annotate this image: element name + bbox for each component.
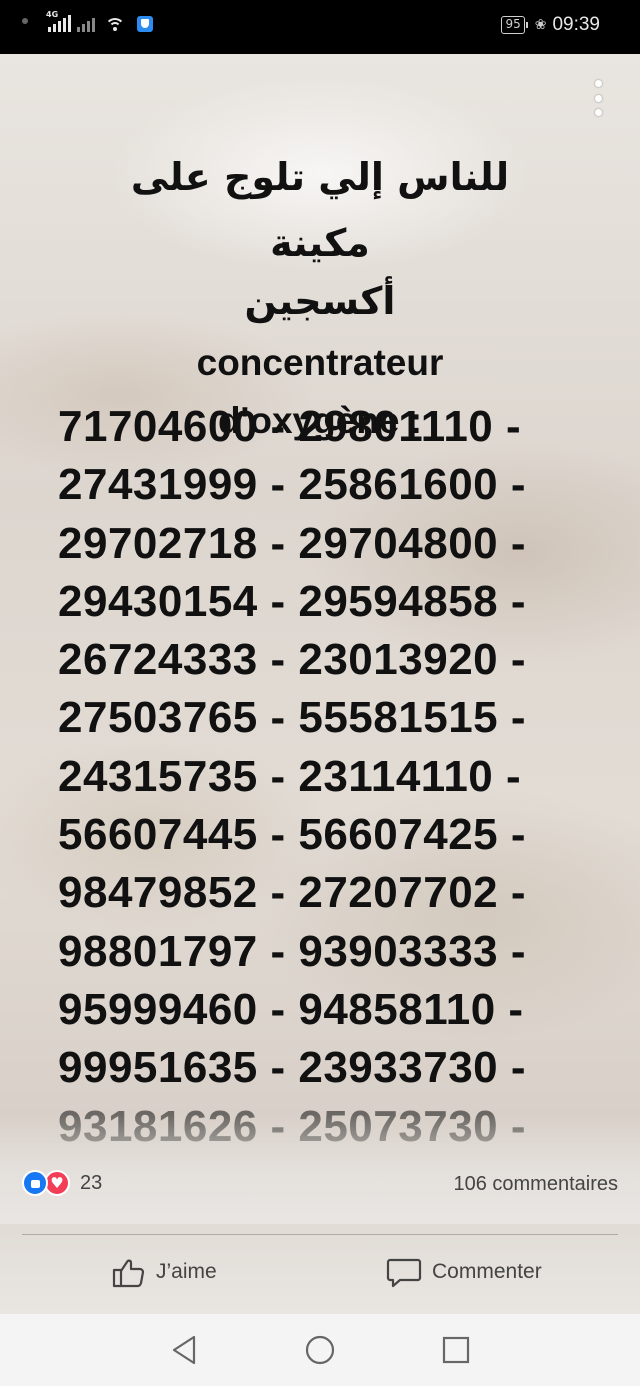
cell-signal-icon: 4G xyxy=(46,10,71,32)
phone-number-row: 29702718 - 29704800 - xyxy=(58,518,527,568)
reaction-count: 23 xyxy=(80,1171,103,1194)
phone-number-list: 71704600 - 29801110 - 27431999 - 2586160… xyxy=(0,398,640,1156)
phone-number-row: 27431999 - 25861600 - xyxy=(58,460,527,510)
leaf-icon: ❀ xyxy=(534,17,547,33)
post-background[interactable]: للناس إلي تلوج على مكينة أكسجين concentr… xyxy=(0,54,640,1314)
wifi-icon xyxy=(105,16,125,32)
thumbs-up-icon xyxy=(112,1259,145,1288)
clock: 09:39 xyxy=(552,14,600,35)
reactions-summary[interactable]: 23 xyxy=(22,1170,102,1196)
system-nav-bar xyxy=(0,1314,640,1386)
divider xyxy=(22,1234,618,1235)
comment-bubble-icon xyxy=(386,1258,422,1288)
post-arabic-line-2: أكسجين xyxy=(244,279,396,323)
comment-button[interactable]: Commenter xyxy=(386,1256,542,1288)
status-bar: 4G 95 ❀ 09:39 xyxy=(0,0,640,54)
phone-number-row: 56607445 - 56607425 - xyxy=(58,810,527,860)
status-left: 4G xyxy=(22,10,153,32)
cell-signal-2-icon xyxy=(77,14,95,32)
phone-number-row: 98479852 - 27207702 - xyxy=(58,868,527,918)
recents-icon[interactable] xyxy=(442,1334,470,1366)
like-button[interactable]: J’aime xyxy=(112,1256,217,1288)
home-icon[interactable] xyxy=(304,1334,336,1366)
post-arabic-line-1: للناس إلي تلوج على مكينة xyxy=(130,155,510,265)
fade-overlay xyxy=(0,1114,640,1224)
like-icon xyxy=(22,1170,48,1196)
phone-number-row: 99951635 - 23933730 - xyxy=(58,1043,527,1093)
post-latin-line-1: concentrateur xyxy=(196,342,444,383)
phone-number-row: 95999460 - 94858110 - xyxy=(58,984,524,1034)
status-right: 95 ❀ 09:39 xyxy=(501,14,600,36)
notification-dot xyxy=(22,18,28,24)
back-icon[interactable] xyxy=(170,1334,198,1366)
phone-number-row: 26724333 - 23013920 - xyxy=(58,635,527,685)
phone-number-row: 24315735 - 23114110 - xyxy=(58,751,522,801)
shield-icon xyxy=(137,16,153,32)
like-label: J’aime xyxy=(156,1260,217,1283)
comment-label: Commenter xyxy=(432,1260,542,1283)
battery-icon: 95 xyxy=(501,16,529,34)
phone-number-row: 98801797 - 93903333 - xyxy=(58,926,527,976)
comments-count-link[interactable]: 106 commentaires xyxy=(453,1173,618,1196)
network-type: 4G xyxy=(46,10,59,19)
more-options-icon[interactable] xyxy=(592,80,604,116)
phone-number-row: 29430154 - 29594858 - xyxy=(58,576,527,626)
phone-number-row: 71704600 - 29801110 - xyxy=(58,402,522,451)
phone-number-row: 27503765 - 55581515 - xyxy=(58,693,527,743)
